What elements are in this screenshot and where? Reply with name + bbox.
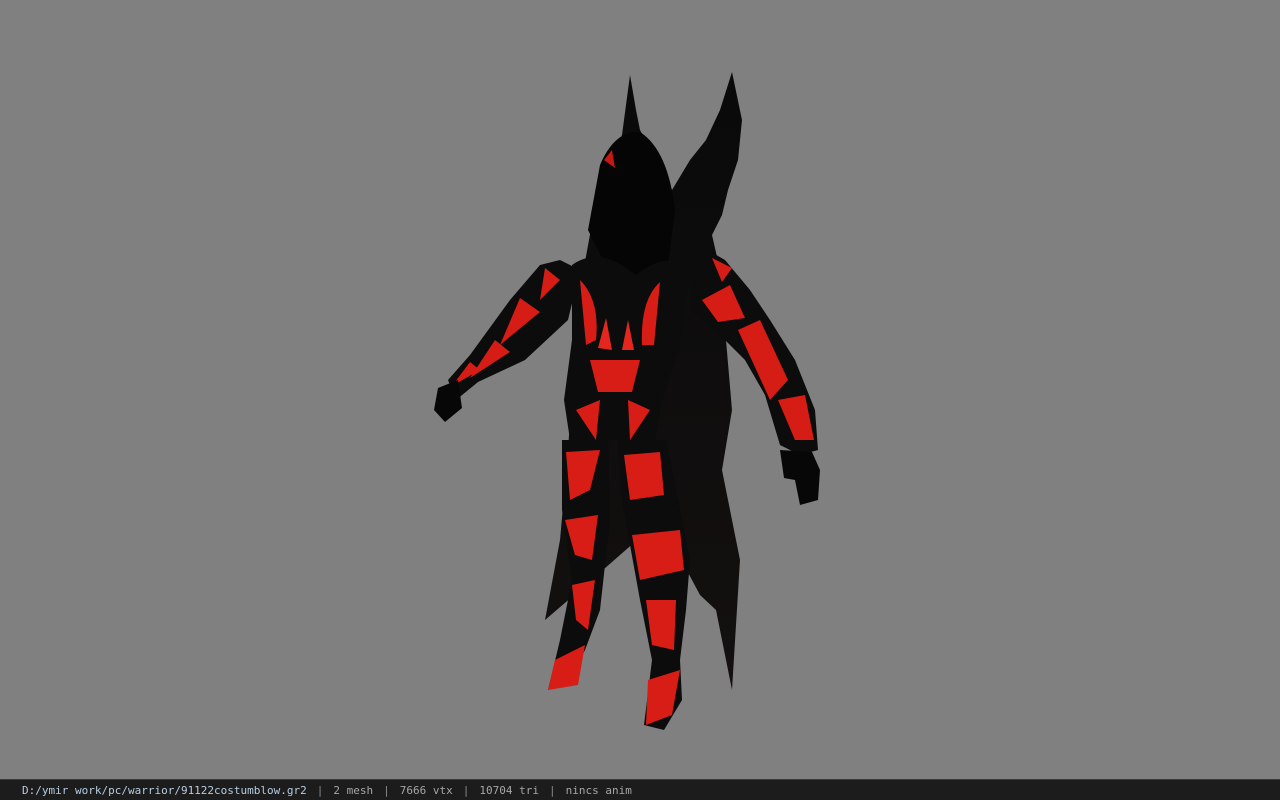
3d-viewport[interactable] — [0, 0, 1280, 779]
file-path-label: D:/ymir work/pc/warrior/91122costumblow.… — [22, 783, 307, 797]
separator: | — [462, 783, 470, 797]
character-model — [434, 72, 820, 730]
separator: | — [316, 783, 324, 797]
separator: | — [549, 783, 556, 797]
triangle-count-label: 10704 tri — [479, 783, 539, 797]
left-hand-shape — [434, 380, 462, 422]
separator: | — [383, 783, 390, 797]
animation-status-label: nincs anim — [565, 783, 632, 797]
vertex-count-label: 7666 vtx — [399, 783, 453, 797]
right-hand-shape — [780, 450, 820, 505]
mesh-count-label: 2 mesh — [333, 783, 374, 797]
status-bar: D:/ymir work/pc/warrior/91122costumblow.… — [0, 779, 1280, 800]
